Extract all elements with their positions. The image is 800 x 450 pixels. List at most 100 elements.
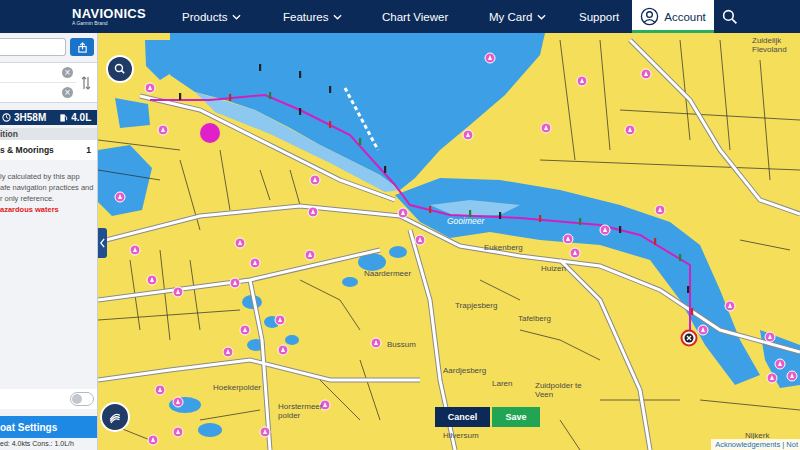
action-button[interactable]: Save: [492, 407, 540, 427]
nav-item[interactable]: Features: [283, 0, 382, 33]
nav-item[interactable]: My Card: [489, 0, 579, 33]
nautical-chart[interactable]: [98, 33, 800, 450]
share-button[interactable]: [70, 38, 94, 56]
route-start-icon[interactable]: [200, 123, 220, 143]
chevron-down-icon: [232, 14, 241, 20]
list-item[interactable]: s & Moorings1: [0, 140, 97, 160]
marina-icon[interactable]: [223, 347, 233, 357]
marina-icon[interactable]: [278, 345, 288, 355]
marina-icon[interactable]: [725, 301, 735, 311]
toggle-row: [0, 389, 97, 409]
marina-icon[interactable]: [600, 225, 610, 235]
destination-icon[interactable]: [682, 331, 697, 346]
marina-icon[interactable]: [240, 325, 250, 335]
top-navigation-bar: NAVIONICSA Garmin BrandProducts FeaturesC…: [0, 0, 800, 33]
nav-label: Account: [664, 11, 706, 23]
marina-icon[interactable]: [308, 207, 318, 217]
marina-icon[interactable]: [698, 325, 708, 335]
marina-icon[interactable]: [463, 130, 473, 140]
search-map-button[interactable]: [106, 55, 134, 83]
marina-icon[interactable]: [230, 278, 240, 288]
swap-icon[interactable]: [80, 75, 92, 91]
boat-settings-button[interactable]: oat Settings: [0, 416, 97, 438]
chart-viewer-page: NAVIONICSA Garmin BrandProductsFeaturesC…: [0, 0, 800, 450]
route-actions: CancelSave: [435, 407, 540, 427]
search-field[interactable]: [0, 38, 66, 56]
marina-icon[interactable]: [775, 359, 785, 369]
marina-icon[interactable]: [767, 373, 777, 383]
chart-map[interactable]: Zuidelijk FlevolandGooimeerEukenbergHuiz…: [98, 33, 800, 450]
marina-icon[interactable]: [275, 315, 285, 325]
route-fields: ××: [0, 63, 76, 102]
marina-icon[interactable]: [371, 338, 381, 348]
magnifier-icon: [113, 62, 127, 76]
search-icon[interactable]: [722, 9, 738, 25]
collapse-sidebar-button[interactable]: [98, 228, 107, 258]
route-box: ××: [0, 62, 97, 103]
marina-icon[interactable]: [115, 192, 125, 202]
marina-icon[interactable]: [173, 397, 183, 407]
place-label: Aardjesberg: [443, 366, 486, 375]
fuel: 4.0L: [71, 112, 91, 123]
toggle-switch[interactable]: [70, 392, 94, 406]
duration: 3H58M: [14, 112, 46, 123]
marina-icon[interactable]: [173, 287, 183, 297]
share-icon: [77, 42, 88, 53]
clear-button[interactable]: ×: [62, 87, 73, 98]
marina-icon[interactable]: [787, 371, 797, 381]
navionics-logo[interactable]: NAVIONICSA Garmin Brand: [72, 0, 182, 33]
marina-icon[interactable]: [158, 125, 168, 135]
marina-icon[interactable]: [570, 248, 580, 258]
marina-icon[interactable]: [155, 385, 165, 395]
marina-icon[interactable]: [765, 332, 775, 342]
marina-icon[interactable]: [148, 435, 158, 445]
marina-icon[interactable]: [305, 250, 315, 260]
marina-icon[interactable]: [147, 275, 157, 285]
marina-icon[interactable]: [541, 123, 551, 133]
marina-icon[interactable]: [655, 205, 665, 215]
marina-icon[interactable]: [563, 234, 573, 244]
marina-icon[interactable]: [145, 83, 155, 93]
route-field[interactable]: ×: [0, 63, 76, 83]
marina-icon[interactable]: [173, 427, 183, 437]
logo-word: NAVIONICS: [72, 7, 182, 20]
account-icon: [640, 7, 659, 26]
action-button[interactable]: Cancel: [435, 407, 490, 427]
nav-label: Products: [182, 11, 227, 23]
marina-icon[interactable]: [641, 69, 651, 79]
marina-icon[interactable]: [235, 238, 245, 248]
marina-icon[interactable]: [398, 208, 408, 218]
notice-line: ly calculated by this app: [0, 171, 97, 182]
marina-icon[interactable]: [260, 427, 270, 437]
place-label: Zuidelijk Flevoland: [752, 36, 796, 54]
marina-icon[interactable]: [310, 175, 320, 185]
buoys: [179, 64, 693, 315]
boat-settings-summary: ed: 4.0kts Cons.: 1.0L/h: [0, 438, 97, 450]
marina-icon[interactable]: [577, 76, 587, 86]
nav-item[interactable]: Support: [579, 0, 632, 33]
navionics-button[interactable]: [100, 402, 130, 432]
item-label: s & Moorings: [0, 145, 54, 155]
marina-icon[interactable]: [485, 53, 495, 63]
nav-item[interactable]: Chart Viewer: [382, 0, 489, 33]
chevron-left-icon: [100, 238, 105, 248]
main-nav: Products FeaturesChart ViewerMy CardSuppo…: [182, 0, 714, 33]
route-field[interactable]: ×: [0, 83, 76, 102]
place-label: Hoekerpolder: [213, 383, 261, 392]
marina-icon[interactable]: [250, 258, 260, 268]
marina-icon[interactable]: [130, 245, 140, 255]
clear-button[interactable]: ×: [62, 67, 73, 78]
notice-line: r only reference.: [0, 193, 97, 204]
ditches: [98, 40, 800, 450]
marina-icon[interactable]: [625, 125, 635, 135]
nav-label: Support: [579, 11, 619, 23]
nav-item[interactable]: Products: [182, 0, 283, 33]
route-line[interactable]: [150, 95, 690, 335]
attribution[interactable]: Acknowledgements | Not: [711, 439, 800, 450]
water-bodies: [98, 33, 800, 437]
marina-icon[interactable]: [415, 235, 425, 245]
route-sidebar: ××3H58M4.0Litions & Moorings1ly calculat…: [0, 33, 98, 450]
nav-item[interactable]: Account: [632, 0, 714, 33]
fuel-icon: [59, 113, 68, 122]
logo-tagline: A Garmin Brand: [72, 20, 182, 26]
